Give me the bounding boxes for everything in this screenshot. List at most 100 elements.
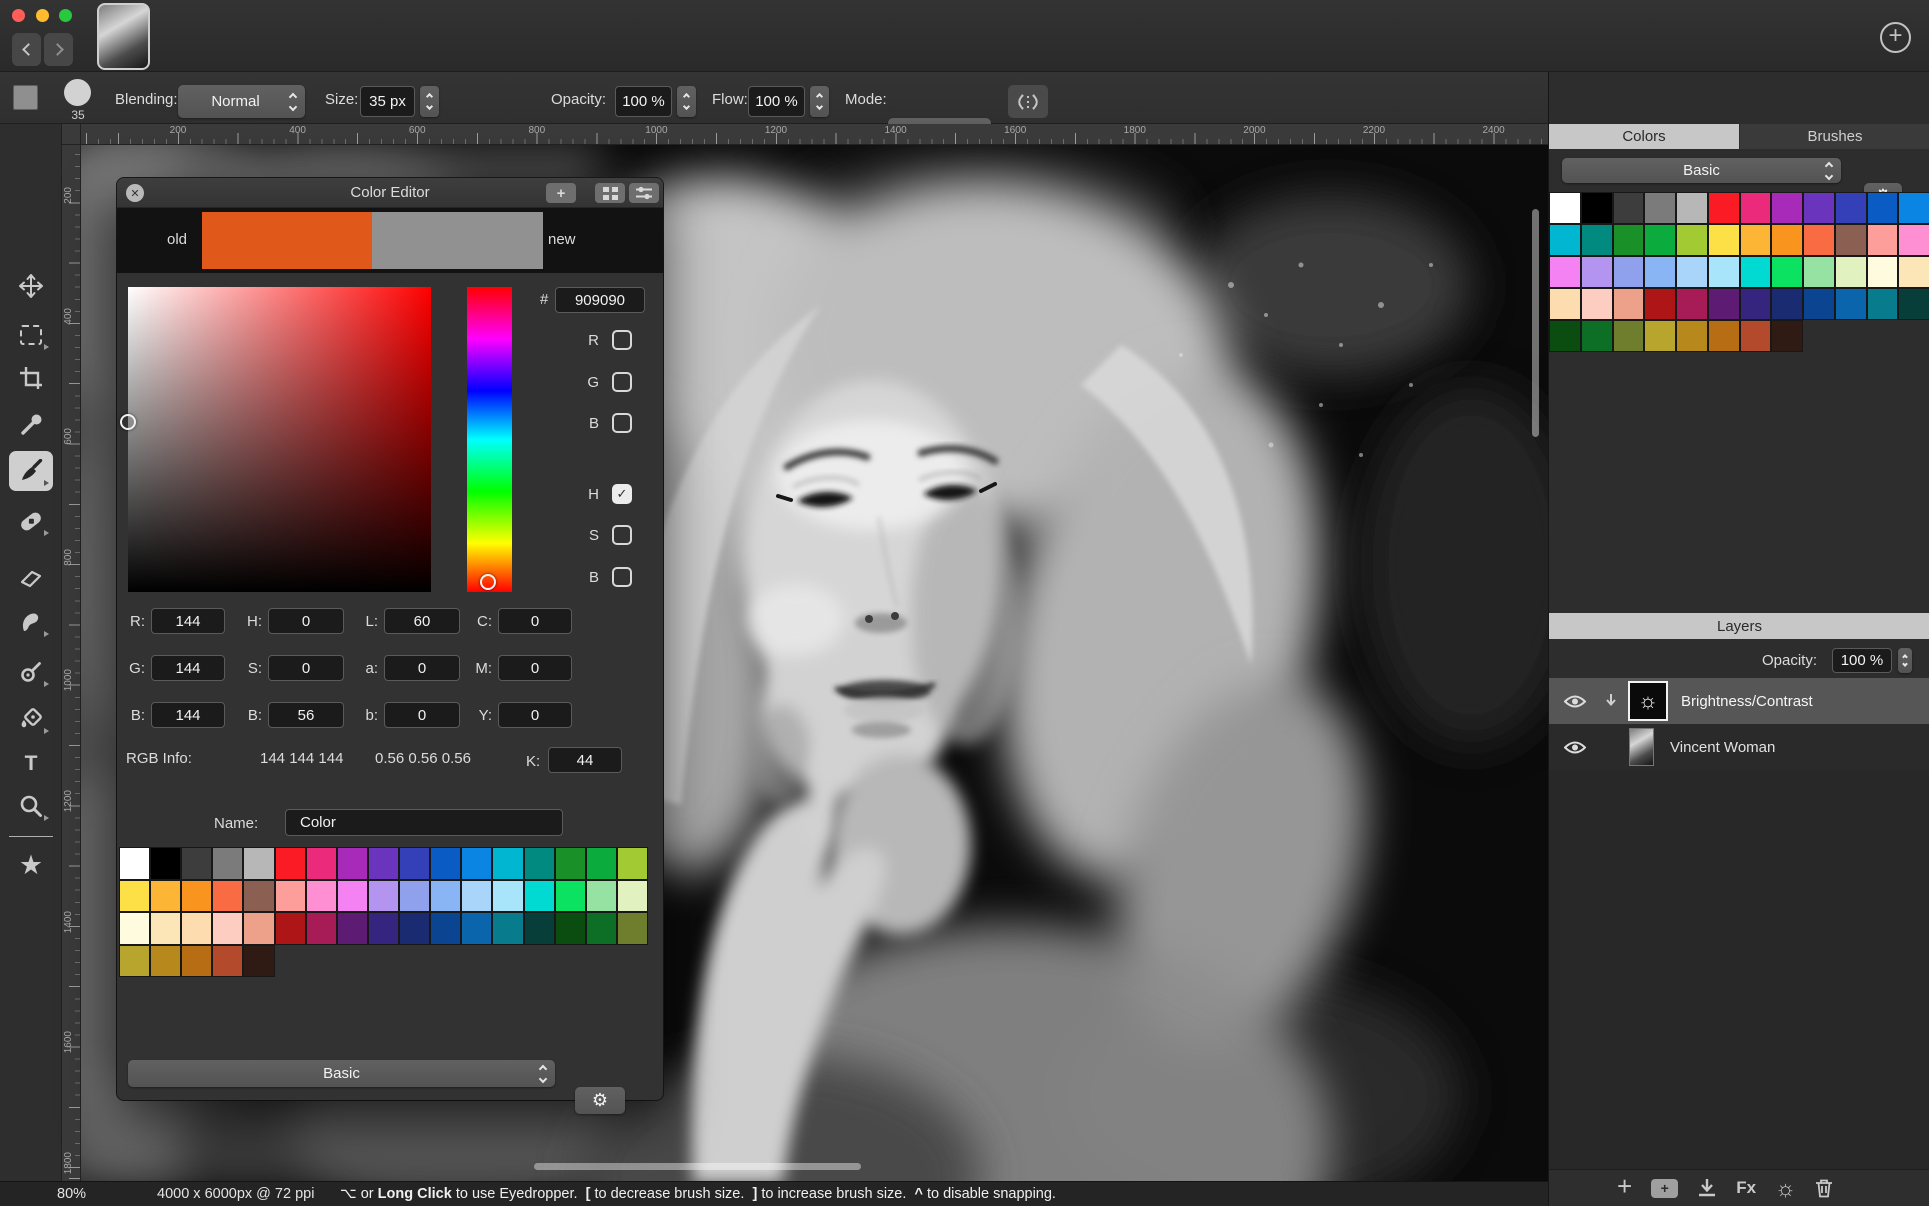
palette-swatch[interactable] — [492, 847, 524, 880]
opacity-field[interactable]: 100 % — [615, 86, 672, 117]
palette-swatch[interactable] — [305, 879, 337, 912]
palette-swatch[interactable] — [616, 879, 648, 912]
palette-swatch[interactable] — [1549, 320, 1581, 352]
name-field[interactable]: Color — [285, 809, 563, 836]
palette-swatch[interactable] — [1676, 320, 1708, 352]
palette-swatch[interactable] — [399, 879, 431, 912]
document-thumbnail[interactable] — [97, 3, 150, 70]
palette-swatch[interactable] — [243, 879, 275, 912]
palette-swatch[interactable] — [461, 847, 493, 880]
value-field[interactable]: 0 — [498, 608, 572, 634]
palette-swatch[interactable] — [1707, 320, 1740, 352]
palette-swatch[interactable] — [1834, 224, 1867, 256]
palette-swatch[interactable] — [181, 912, 213, 945]
palette-swatch[interactable] — [585, 847, 617, 880]
palette-swatch[interactable] — [150, 879, 182, 912]
palette-swatch[interactable] — [461, 912, 493, 945]
value-field[interactable]: 0 — [384, 655, 460, 681]
palette-swatch[interactable] — [119, 879, 151, 912]
k-field[interactable]: 44 — [548, 747, 622, 773]
palette-swatch[interactable] — [1644, 320, 1676, 352]
palette-swatch[interactable] — [554, 847, 586, 880]
palette-swatch[interactable] — [1803, 224, 1835, 256]
palette-swatch[interactable] — [119, 944, 151, 977]
palette-swatch[interactable] — [1834, 256, 1867, 288]
palette-swatch[interactable] — [212, 944, 244, 977]
palette-swatch[interactable] — [1644, 192, 1676, 224]
saturation-brightness-picker[interactable] — [120, 287, 431, 592]
palette-swatch[interactable] — [1612, 256, 1645, 288]
layer-row-image[interactable]: Vincent Woman — [1549, 724, 1929, 770]
palette-swatch[interactable] — [1580, 256, 1613, 288]
palette-swatch[interactable] — [119, 912, 151, 945]
tab-brushes[interactable]: Brushes — [1740, 124, 1929, 149]
palette-swatch[interactable] — [1866, 256, 1899, 288]
palette-swatch[interactable] — [181, 944, 213, 977]
value-field[interactable]: 0 — [268, 608, 344, 634]
adjustment-layer-thumbnail[interactable]: ☼ — [1628, 681, 1668, 721]
palette-swatch[interactable] — [1612, 224, 1645, 256]
value-field[interactable]: 56 — [268, 702, 344, 728]
palette-swatch[interactable] — [1612, 320, 1645, 352]
channel-checkbox[interactable] — [612, 330, 632, 350]
palette-swatch[interactable] — [243, 847, 275, 880]
color-editor-titlebar[interactable]: ✕ Color Editor + — [117, 178, 663, 208]
palette-swatch[interactable] — [1707, 256, 1740, 288]
palette-swatch[interactable] — [181, 847, 213, 880]
palette-swatch[interactable] — [1898, 288, 1929, 320]
palette-swatch[interactable] — [243, 944, 275, 977]
palette-swatch[interactable] — [1803, 256, 1835, 288]
palette-swatch[interactable] — [492, 879, 524, 912]
palette-swatch[interactable] — [1834, 192, 1867, 224]
palette-swatch[interactable] — [585, 912, 617, 945]
smudge-tool[interactable] — [9, 602, 53, 642]
value-field[interactable]: 144 — [151, 655, 225, 681]
fill-tool[interactable] — [9, 699, 53, 739]
palette-swatch[interactable] — [367, 879, 400, 912]
crop-tool[interactable] — [9, 358, 53, 398]
layer-opacity-stepper[interactable] — [1898, 648, 1912, 673]
visibility-eye-icon[interactable] — [1564, 694, 1586, 709]
palette-swatch[interactable] — [1898, 224, 1929, 256]
palette-swatch[interactable] — [1866, 192, 1899, 224]
palette-swatch[interactable] — [336, 879, 368, 912]
palette-swatch[interactable] — [274, 912, 306, 945]
palette-swatch[interactable] — [212, 912, 244, 945]
palette-swatch[interactable] — [1771, 320, 1803, 352]
import-button[interactable] — [1697, 1178, 1717, 1198]
colors-preset-dropdown[interactable]: Basic — [1562, 158, 1841, 183]
palette-swatch[interactable] — [1612, 288, 1645, 320]
palette-swatch[interactable] — [1644, 224, 1676, 256]
channel-checkbox[interactable] — [612, 525, 632, 545]
palette-swatch[interactable] — [367, 847, 400, 880]
hue-slider-marker[interactable] — [480, 574, 496, 590]
clone-tool[interactable] — [9, 652, 53, 692]
palette-swatch[interactable] — [1580, 320, 1613, 352]
palette-swatch[interactable] — [1549, 288, 1581, 320]
palette-swatch[interactable] — [274, 879, 306, 912]
adjustments-button[interactable]: ☼ — [1775, 1176, 1796, 1200]
palette-swatch[interactable] — [336, 847, 368, 880]
type-tool[interactable]: T — [9, 744, 53, 784]
palette-swatch[interactable] — [181, 879, 213, 912]
palette-swatch[interactable] — [1707, 192, 1740, 224]
palette-swatch[interactable] — [1549, 192, 1581, 224]
vertical-scrollbar[interactable] — [1532, 209, 1539, 437]
channel-checkbox[interactable] — [612, 372, 632, 392]
rectangular-selection-tool[interactable] — [9, 315, 53, 355]
flow-stepper[interactable] — [810, 86, 829, 117]
effects-button[interactable]: Fx — [1736, 1178, 1756, 1198]
palette-swatch[interactable] — [1612, 192, 1645, 224]
add-swatch-button[interactable]: + — [546, 183, 576, 203]
palette-swatch[interactable] — [430, 879, 462, 912]
palette-swatch[interactable] — [554, 912, 586, 945]
palette-swatch[interactable] — [150, 912, 182, 945]
palette-swatch[interactable] — [554, 879, 586, 912]
palette-swatch[interactable] — [1580, 224, 1613, 256]
palette-swatch[interactable] — [305, 912, 337, 945]
sb-picker-marker[interactable] — [120, 414, 136, 430]
palette-swatch[interactable] — [1644, 288, 1676, 320]
close-window-button[interactable] — [12, 9, 25, 22]
brush-preview-circle[interactable] — [64, 79, 91, 106]
minimize-window-button[interactable] — [36, 9, 49, 22]
